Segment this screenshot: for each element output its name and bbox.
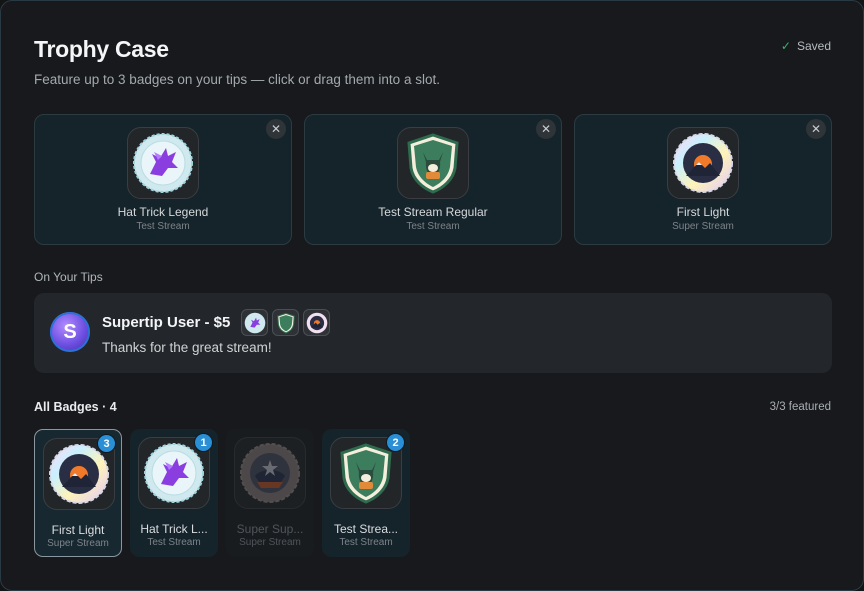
badge-tile-hat-trick-legend[interactable]: 1 Hat Trick L... Test Stream bbox=[130, 429, 218, 557]
featured-count: 3/3 featured bbox=[769, 401, 831, 413]
badge-tile-super-supporter[interactable]: Super Sup... Super Stream bbox=[226, 429, 314, 557]
remove-slot-button[interactable]: ✕ bbox=[806, 119, 826, 139]
tip-preview-card: S Supertip User - $5 Thanks for the grea… bbox=[34, 293, 832, 373]
tip-message: Thanks for the great stream! bbox=[102, 340, 272, 355]
badge-grid: 3 First Light Super Stream 1 Hat Trick L… bbox=[34, 429, 434, 558]
badge-source: Test Stream bbox=[147, 537, 201, 548]
avatar: S bbox=[50, 312, 90, 352]
badge-source: Super Stream bbox=[47, 538, 109, 549]
badge-source: Test Stream bbox=[339, 537, 393, 548]
featured-slot-3[interactable]: First Light Super Stream ✕ bbox=[574, 114, 832, 245]
slot-badge-name: Test Stream Regular bbox=[378, 205, 488, 219]
badge-name: First Light bbox=[51, 523, 105, 537]
slot-number-badge: 2 bbox=[386, 433, 405, 452]
remove-slot-button[interactable]: ✕ bbox=[536, 119, 556, 139]
slot-badge-name: Hat Trick Legend bbox=[117, 205, 209, 219]
slot-badge-source: Super Stream bbox=[672, 221, 734, 232]
badge-name: Super Sup... bbox=[236, 522, 304, 536]
featured-slot-1[interactable]: Hat Trick Legend Test Stream ✕ bbox=[34, 114, 292, 245]
trophy-case-panel: Trophy Case Feature up to 3 badges on yo… bbox=[0, 0, 864, 591]
slot-number-badge: 1 bbox=[194, 433, 213, 452]
slot-badge-source: Test Stream bbox=[136, 221, 190, 232]
slot-badge-source: Test Stream bbox=[406, 221, 460, 232]
remove-slot-button[interactable]: ✕ bbox=[266, 119, 286, 139]
badge-name: Hat Trick L... bbox=[140, 522, 208, 536]
fox-shield-badge-icon bbox=[397, 127, 469, 199]
tips-section-label: On Your Tips bbox=[34, 270, 103, 284]
page-title: Trophy Case bbox=[34, 36, 169, 62]
star-hat-badge-icon bbox=[234, 437, 306, 509]
badge-tile-first-light[interactable]: 3 First Light Super Stream bbox=[34, 429, 122, 557]
page-subtitle: Feature up to 3 badges on your tips — cl… bbox=[34, 72, 440, 87]
pegasus-badge-icon bbox=[241, 309, 268, 336]
tip-badge-row bbox=[241, 309, 330, 336]
sunrise-mountain-badge-icon bbox=[303, 309, 330, 336]
tip-user-name: Supertip User - $5 bbox=[102, 314, 231, 331]
slot-badge-name: First Light bbox=[676, 205, 730, 219]
saved-status: ✓ Saved bbox=[781, 39, 831, 53]
saved-label: Saved bbox=[796, 39, 831, 53]
badge-tile-test-stream-regular[interactable]: 2 Test Strea... Test Stream bbox=[322, 429, 410, 557]
pegasus-badge-icon bbox=[127, 127, 199, 199]
sunrise-mountain-badge-icon bbox=[667, 127, 739, 199]
badge-name: Test Strea... bbox=[333, 522, 399, 536]
fox-shield-badge-icon bbox=[272, 309, 299, 336]
featured-slots: Hat Trick Legend Test Stream ✕ Test Stre… bbox=[34, 114, 832, 245]
badge-source: Super Stream bbox=[239, 537, 301, 548]
check-icon: ✓ bbox=[780, 39, 791, 53]
all-badges-label: All Badges · 4 bbox=[34, 400, 117, 414]
slot-number-badge: 3 bbox=[97, 434, 116, 453]
featured-slot-2[interactable]: Test Stream Regular Test Stream ✕ bbox=[304, 114, 562, 245]
